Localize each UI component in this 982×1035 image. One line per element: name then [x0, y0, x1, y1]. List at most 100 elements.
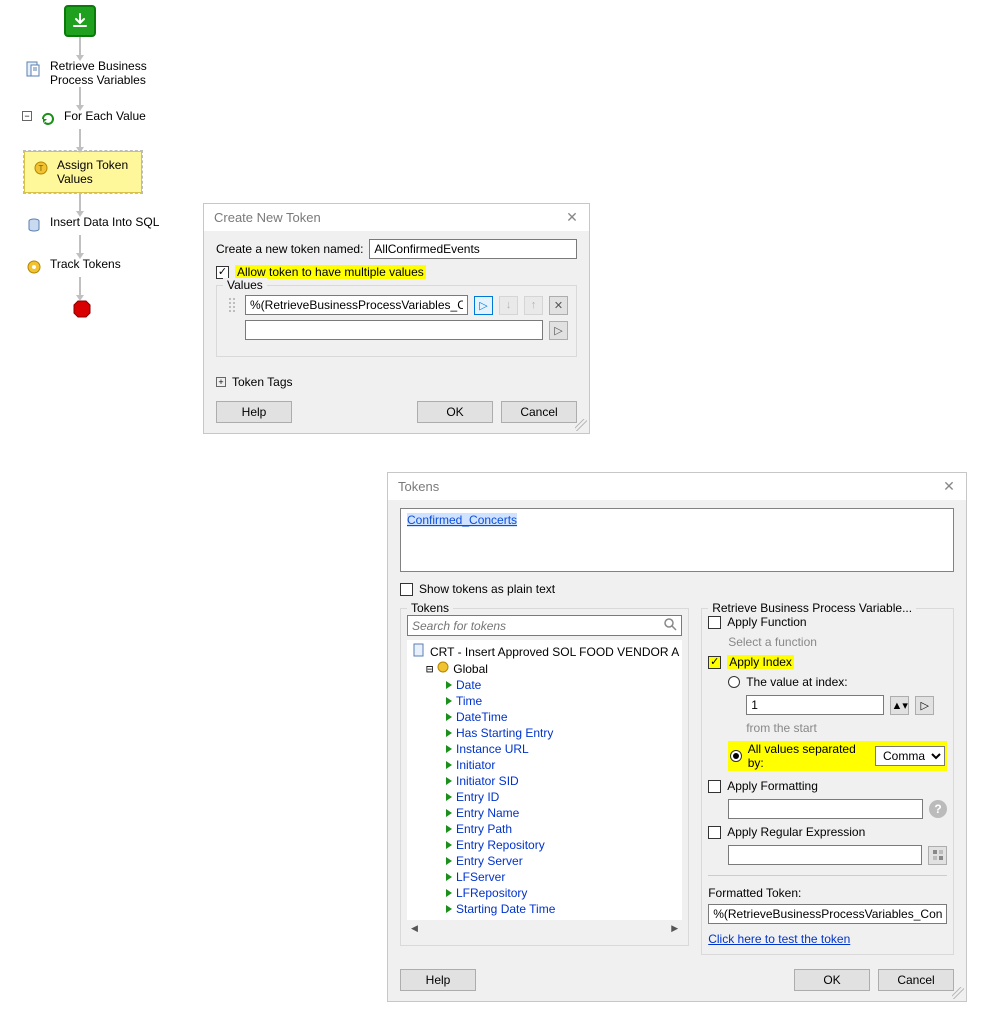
tree-root[interactable]: CRT - Insert Approved SOL FOOD VENDOR A [430, 644, 679, 660]
wf-step-label: Assign Token Values [57, 158, 135, 186]
tree-item[interactable]: Entry Path [412, 821, 679, 837]
value-at-index-label: The value at index: [746, 675, 847, 689]
triangle-icon [446, 745, 452, 753]
token-picker-button[interactable]: ▷ [474, 296, 493, 315]
triangle-icon [446, 857, 452, 865]
token-name-input[interactable] [369, 239, 577, 259]
tree-item[interactable]: Initiator [412, 757, 679, 773]
search-input[interactable] [408, 619, 659, 633]
resize-grip-icon[interactable] [952, 987, 964, 999]
allow-multivalue-checkbox[interactable] [216, 266, 229, 279]
plain-text-checkbox[interactable] [400, 583, 413, 596]
token-picker-button[interactable]: ▷ [549, 321, 568, 340]
tree-item-label: Entry Path [456, 821, 512, 837]
tree-item[interactable]: Has Starting Entry [412, 725, 679, 741]
wf-step-foreach[interactable]: − For Each Value [24, 109, 184, 129]
tree-item[interactable]: LFRepository [412, 885, 679, 901]
index-stepper[interactable]: ▲▾ [890, 696, 909, 715]
tree-item[interactable]: DateTime [412, 709, 679, 725]
tree-item[interactable]: Date [412, 677, 679, 693]
formatted-token-output [708, 904, 947, 924]
help-icon[interactable]: ? [929, 800, 947, 818]
triangle-icon [446, 761, 452, 769]
separator-select[interactable]: Comma [875, 746, 945, 766]
tree-item[interactable]: Entry Server [412, 853, 679, 869]
wf-step-sql[interactable]: Insert Data Into SQL [24, 215, 184, 235]
wf-step-track[interactable]: Track Tokens [24, 257, 184, 277]
token-tree[interactable]: CRT - Insert Approved SOL FOOD VENDOR A … [407, 640, 682, 920]
database-icon [24, 215, 44, 235]
apply-index-checkbox[interactable] [708, 656, 721, 669]
triangle-icon [446, 873, 452, 881]
resize-grip-icon[interactable] [575, 419, 587, 431]
search-box[interactable] [407, 615, 682, 636]
tree-item[interactable]: Entry Name [412, 805, 679, 821]
formatted-label: Formatted Token: [708, 886, 947, 900]
delete-row-button[interactable]: ✕ [549, 296, 568, 315]
formatting-input[interactable] [728, 799, 923, 819]
triangle-icon [446, 825, 452, 833]
tree-item[interactable]: Entry Repository [412, 837, 679, 853]
test-token-link[interactable]: Click here to test the token [708, 932, 850, 946]
wf-step-label: Retrieve Business Process Variables [50, 59, 184, 87]
apply-function-checkbox[interactable] [708, 616, 721, 629]
help-button[interactable]: Help [400, 969, 476, 991]
plain-text-label: Show tokens as plain text [419, 582, 555, 596]
tree-item[interactable]: Time [412, 693, 679, 709]
cancel-button[interactable]: Cancel [878, 969, 954, 991]
expand-icon[interactable]: + [216, 377, 226, 387]
tree-item[interactable]: Starting DateTime [412, 917, 679, 920]
token-icon: T [31, 158, 51, 178]
drag-handle-icon[interactable] [225, 294, 239, 316]
tree-item[interactable]: LFServer [412, 869, 679, 885]
close-icon[interactable]: ✕ [565, 211, 579, 225]
close-icon[interactable]: ✕ [942, 480, 956, 494]
triangle-icon [446, 697, 452, 705]
tree-global[interactable]: Global [453, 661, 488, 677]
search-icon[interactable] [659, 617, 681, 634]
tree-item[interactable]: Initiator SID [412, 773, 679, 789]
value-input-2[interactable] [245, 320, 543, 340]
dialog-titlebar[interactable]: Tokens ✕ [388, 473, 966, 500]
tree-item[interactable]: Starting Date Time [412, 901, 679, 917]
tree-item[interactable]: Entry ID [412, 789, 679, 805]
connector [79, 87, 81, 109]
create-new-token-dialog: Create New Token ✕ Create a new token na… [203, 203, 590, 434]
regex-input[interactable] [728, 845, 922, 865]
hscrollbar[interactable]: ◀▶ [407, 920, 682, 937]
token-preview[interactable]: Confirmed_Concerts [400, 508, 954, 572]
dialog-titlebar[interactable]: Create New Token ✕ [204, 204, 589, 231]
apply-regex-label: Apply Regular Expression [727, 825, 865, 839]
triangle-icon [446, 793, 452, 801]
apply-function-label: Apply Function [727, 615, 806, 629]
start-node[interactable] [64, 5, 96, 37]
apply-regex-checkbox[interactable] [708, 826, 721, 839]
ok-button[interactable]: OK [794, 969, 870, 991]
help-button[interactable]: Help [216, 401, 292, 423]
index-token-picker[interactable]: ▷ [915, 696, 934, 715]
wf-step-retrieve[interactable]: Retrieve Business Process Variables [24, 59, 184, 87]
tokens-fieldset: Tokens CRT - Insert Approved SO [400, 608, 689, 946]
retrieve-var-fieldset: Retrieve Business Process Variable... Ap… [701, 608, 954, 955]
collapse-icon[interactable]: − [22, 111, 32, 121]
connector [79, 277, 81, 299]
workflow-canvas: Retrieve Business Process Variables − Fo… [24, 5, 184, 319]
regex-builder-button[interactable] [928, 846, 947, 865]
stop-node[interactable] [72, 299, 92, 319]
apply-index-label: Apply Index [727, 655, 794, 669]
move-up-button[interactable]: ↑ [524, 296, 543, 315]
value-at-index-radio[interactable] [728, 676, 740, 688]
wf-step-assign-token[interactable]: T Assign Token Values [24, 151, 142, 193]
value-input-1[interactable] [245, 295, 468, 315]
triangle-icon [446, 889, 452, 897]
apply-formatting-checkbox[interactable] [708, 780, 721, 793]
all-values-sep-radio[interactable] [730, 750, 742, 762]
preview-token-link[interactable]: Confirmed_Concerts [407, 513, 517, 527]
tree-item[interactable]: Instance URL [412, 741, 679, 757]
tree-item-label: Initiator [456, 757, 495, 773]
name-label: Create a new token named: [216, 242, 363, 256]
cancel-button[interactable]: Cancel [501, 401, 577, 423]
index-value-input[interactable] [746, 695, 884, 715]
ok-button[interactable]: OK [417, 401, 493, 423]
move-down-button[interactable]: ↓ [499, 296, 518, 315]
